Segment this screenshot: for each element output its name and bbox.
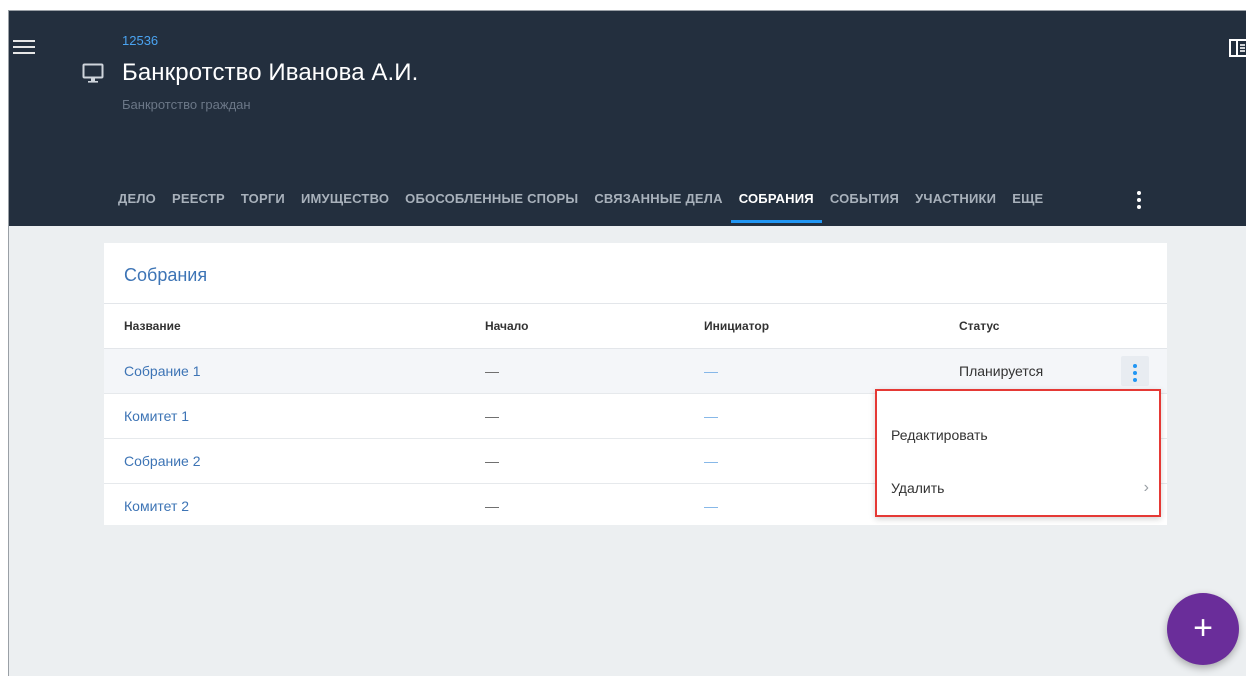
tab-obosoblennye-spory[interactable]: ОБОСОБЛЕННЫЕ СПОРЫ [397,187,586,226]
case-number: 12536 [122,33,159,48]
more-vert-icon[interactable] [1130,191,1148,211]
app-frame: 12536 Банкротство Иванова А.И. Банкротст… [8,10,1246,676]
meeting-name-link[interactable]: Собрание 1 [124,363,201,379]
tab-svyazannye-dela[interactable]: СВЯЗАННЫЕ ДЕЛА [586,187,730,226]
column-header-name: Название [124,319,181,333]
row-context-menu: Редактировать Удалить › [875,389,1161,517]
table-header: Название Начало Инициатор Статус [104,303,1167,349]
meeting-name-link[interactable]: Комитет 1 [124,408,189,424]
column-header-start: Начало [485,319,529,333]
row-more-vert-icon[interactable] [1121,356,1149,386]
meeting-name-link[interactable]: Комитет 2 [124,498,189,514]
status-cell: Планируется [959,363,1044,379]
tab-reestr[interactable]: РЕЕСТР [164,187,233,226]
start-cell: — [485,363,499,379]
start-cell: — [485,408,499,424]
tab-uchastniki[interactable]: УЧАСТНИКИ [907,187,1004,226]
tab-sobytiya[interactable]: СОБЫТИЯ [822,187,907,226]
menu-item-delete-label: Удалить [891,480,945,496]
panel-toggle-icon[interactable] [1229,39,1246,57]
initiator-cell: — [704,453,718,469]
add-meeting-button[interactable]: + [1167,593,1239,665]
initiator-cell: — [704,498,718,514]
tab-torgi[interactable]: ТОРГИ [233,187,293,226]
meeting-name-link[interactable]: Собрание 2 [124,453,201,469]
hamburger-icon[interactable] [13,37,35,57]
column-header-status: Статус [959,319,1000,333]
tab-imushchestvo[interactable]: ИМУЩЕСТВО [293,187,397,226]
case-header: 12536 Банкротство Иванова А.И. Банкротст… [9,11,1246,226]
page-title: Банкротство Иванова А.И. [122,59,419,86]
start-cell: — [485,498,499,514]
menu-item-delete[interactable]: Удалить › [891,479,1153,496]
initiator-cell: — [704,408,718,424]
menu-item-edit[interactable]: Редактировать [891,427,1153,443]
case-subtitle: Банкротство граждан [122,97,251,112]
tab-delo[interactable]: ДЕЛО [110,187,164,226]
table-row[interactable]: Собрание 1 — — Планируется [104,349,1167,394]
column-header-initiator: Инициатор [704,319,770,333]
card-title: Собрания [124,265,208,285]
tab-eshche[interactable]: ЕЩЕ [1004,187,1051,226]
initiator-cell: — [704,363,718,379]
monitor-icon [82,63,104,83]
menu-item-edit-label: Редактировать [891,427,988,443]
chevron-right-icon: › [1143,479,1149,496]
tab-sobraniya[interactable]: СОБРАНИЯ [730,187,822,226]
start-cell: — [485,453,499,469]
case-tabs: ДЕЛО РЕЕСТР ТОРГИ ИМУЩЕСТВО ОБОСОБЛЕННЫЕ… [110,187,1051,226]
